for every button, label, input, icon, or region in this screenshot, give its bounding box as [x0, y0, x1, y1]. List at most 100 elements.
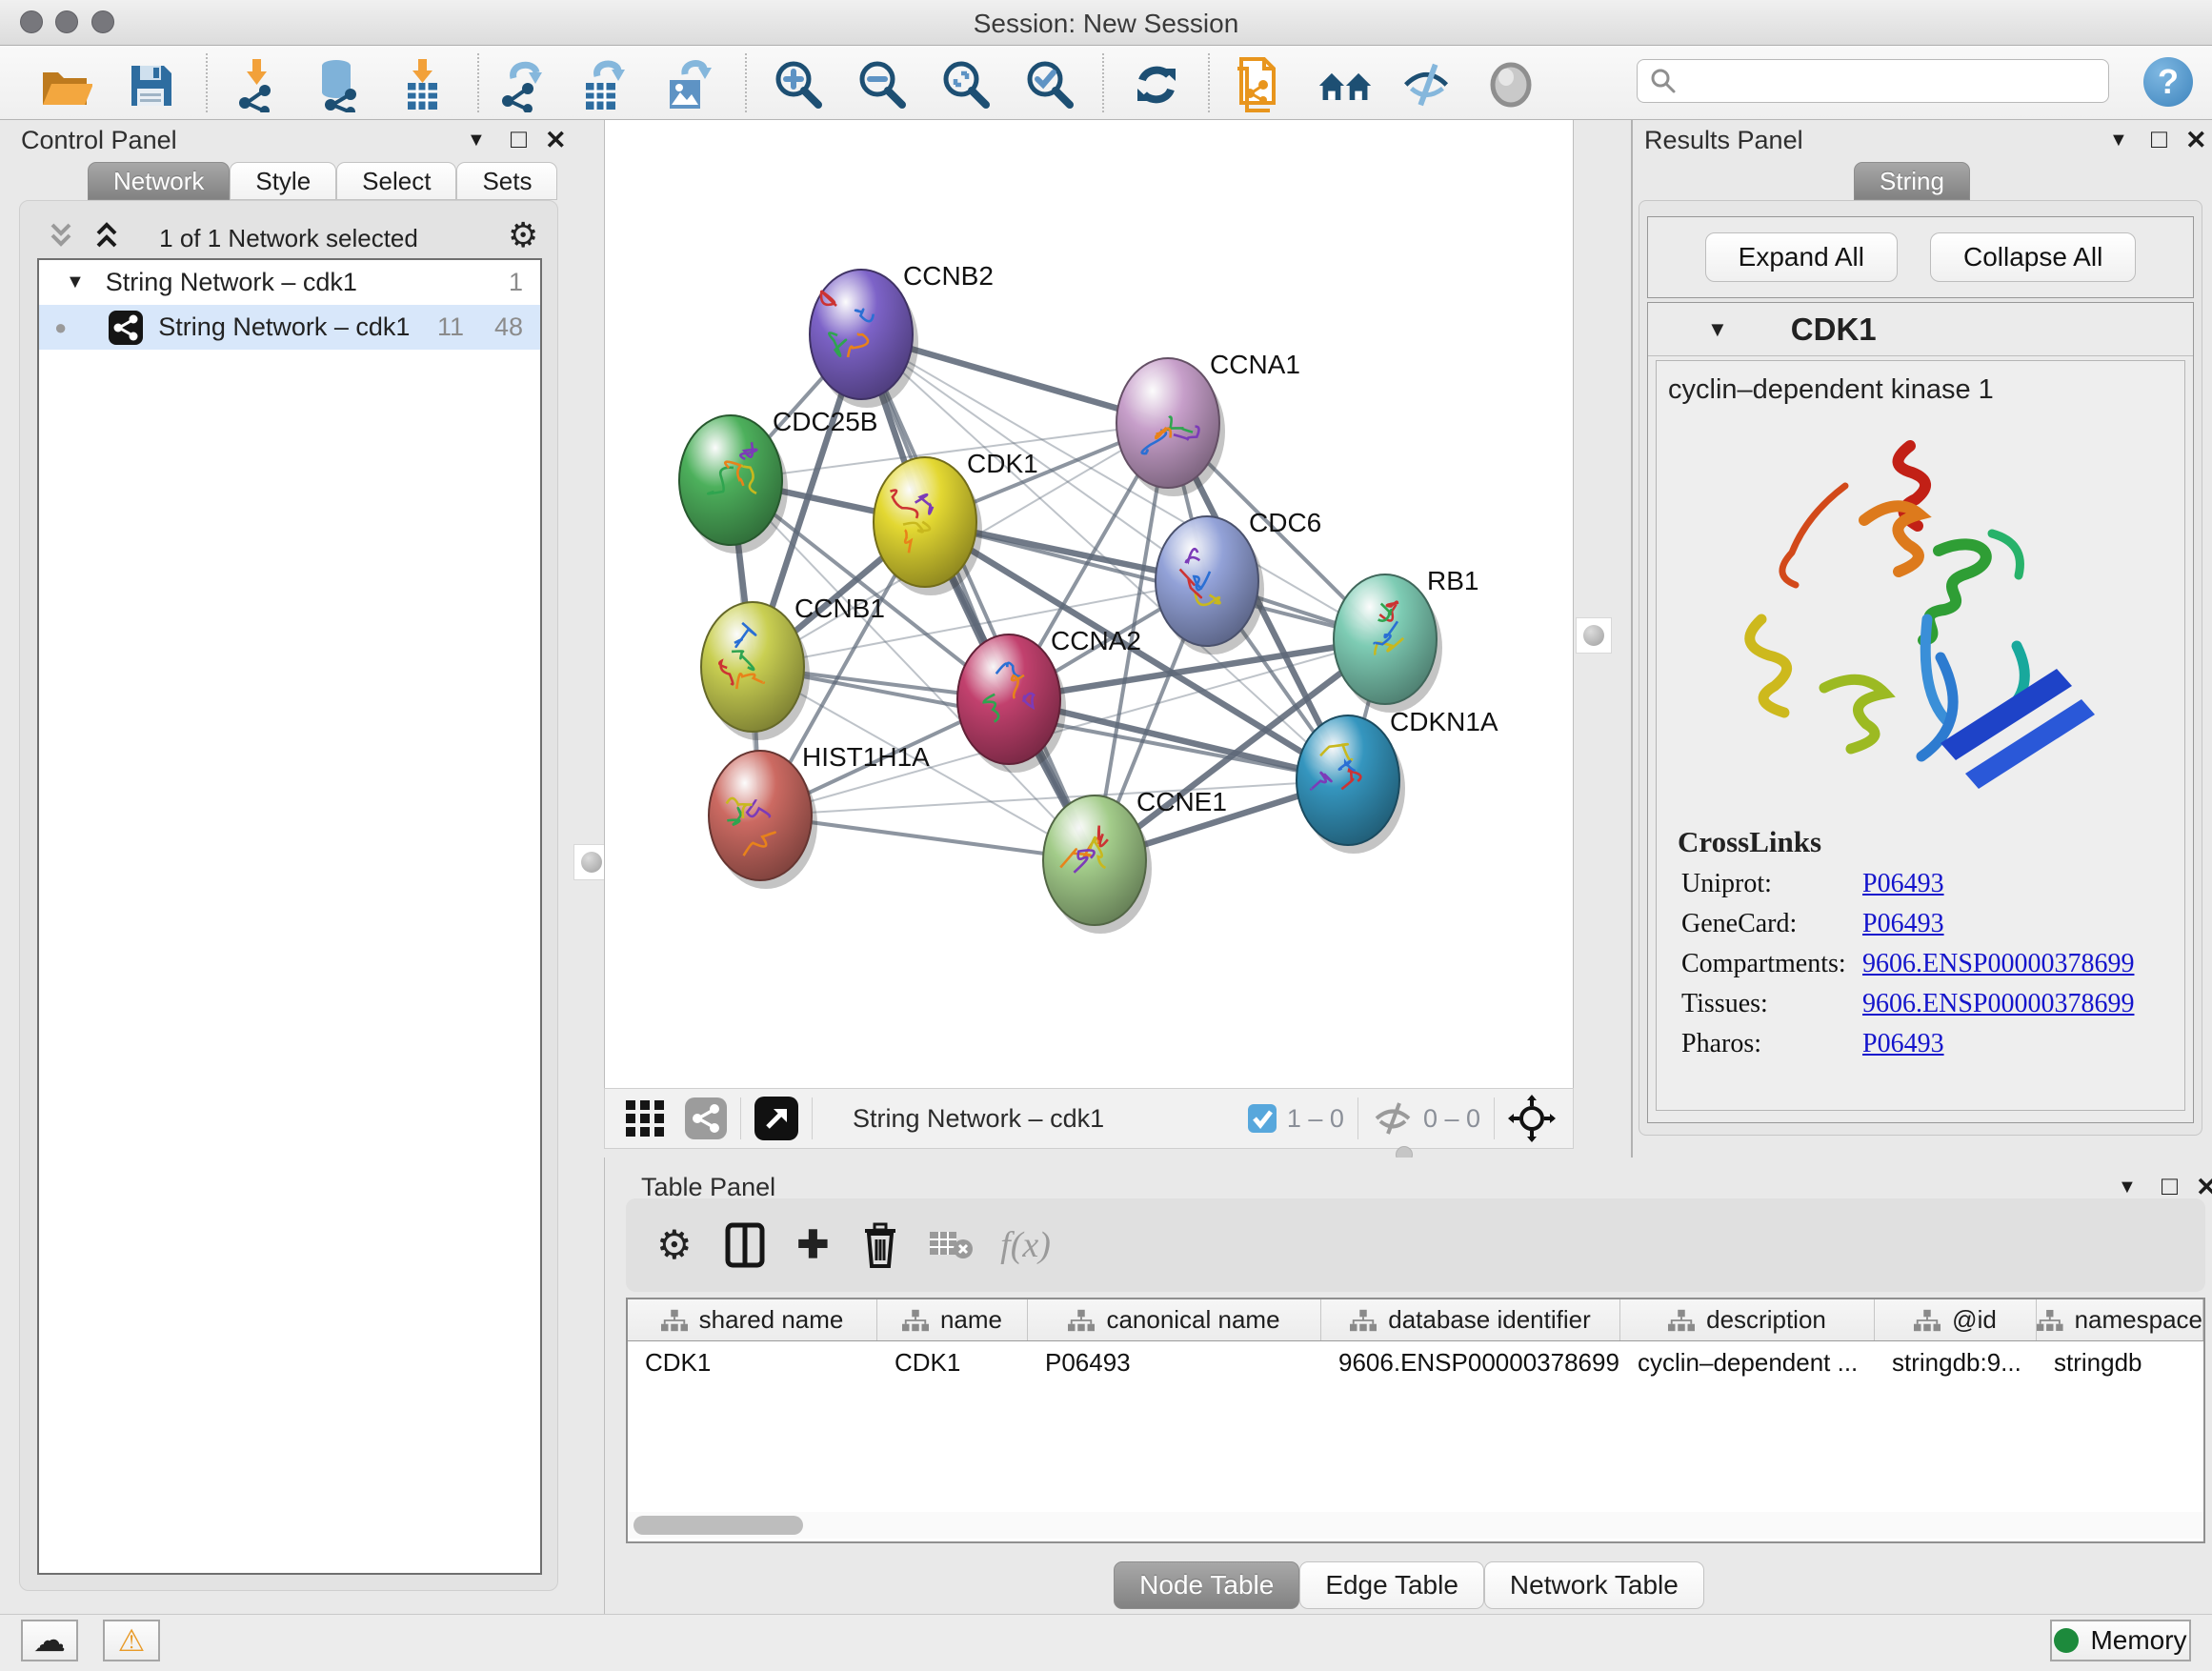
table-horizontal-scrollbar[interactable]	[628, 1512, 2203, 1539]
crosslink-link[interactable]: 9606.ENSP00000378699	[1862, 989, 2134, 1019]
import-network-button[interactable]	[231, 56, 288, 113]
table-panel-float-icon[interactable]: □	[2162, 1171, 2178, 1201]
tab-node-table[interactable]: Node Table	[1114, 1561, 1299, 1609]
gene-card-expander-icon[interactable]: ▼	[1707, 317, 1728, 342]
show-glass-ball-effect-button[interactable]	[1482, 56, 1539, 113]
cell-databaseidentifier[interactable]: 9606.ENSP00000378699	[1321, 1341, 1620, 1383]
crosslink-link[interactable]: P06493	[1862, 909, 1944, 939]
network-node-rb1[interactable]	[1334, 574, 1437, 704]
export-table-button[interactable]	[575, 56, 633, 113]
cloud-status-button[interactable]: ☁	[21, 1620, 78, 1661]
table-options-gear-icon[interactable]: ⚙	[656, 1225, 693, 1265]
crosslink-link[interactable]: P06493	[1862, 869, 1944, 899]
cell-namespace[interactable]: stringdb	[2037, 1341, 2203, 1383]
gene-card-header[interactable]: ▼ CDK1	[1648, 303, 2193, 356]
table-row[interactable]: CDK1CDK1P064939606.ENSP00000378699cyclin…	[628, 1341, 2203, 1383]
cell-description[interactable]: cyclin–dependent ...	[1620, 1341, 1875, 1383]
memory-button[interactable]: Memory	[2050, 1620, 2191, 1661]
tab-edge-table[interactable]: Edge Table	[1299, 1561, 1484, 1609]
show-columns-icon[interactable]	[725, 1222, 765, 1268]
network-node-ccne1[interactable]	[1043, 795, 1146, 925]
zoom-out-button[interactable]	[854, 56, 911, 113]
hide-glass-ball-effect-button[interactable]	[1398, 56, 1456, 113]
cell-id[interactable]: stringdb:9...	[1875, 1341, 2037, 1383]
column-type-icon	[1914, 1308, 1941, 1333]
network-node-cdc6[interactable]	[1156, 516, 1258, 646]
results-panel-dock-icon[interactable]: ▼	[2109, 130, 2128, 151]
tree-expander-icon[interactable]: ▼	[66, 272, 85, 293]
selected-checkbox-icon[interactable]	[1247, 1103, 1277, 1134]
fit-content-crosshair-icon[interactable]	[1508, 1095, 1556, 1142]
results-panel-close-icon[interactable]: ✕	[2185, 126, 2207, 155]
column-header-id[interactable]: @id	[1875, 1299, 2037, 1340]
delete-table-icon[interactable]	[928, 1228, 975, 1262]
zoom-fit-button[interactable]	[937, 56, 995, 113]
network-node-ccna2[interactable]	[957, 634, 1060, 764]
function-builder-button[interactable]: f(x)	[1000, 1224, 1051, 1266]
crosslink-row: Tissues:9606.ENSP00000378699	[1681, 989, 2184, 1019]
cell-sharedname[interactable]: CDK1	[628, 1341, 877, 1383]
node-label: CCNB1	[794, 594, 885, 623]
network-row[interactable]: ● String Network – cdk1 11 48	[39, 305, 540, 350]
export-image-button[interactable]	[659, 56, 716, 113]
open-in-new-window-icon[interactable]	[754, 1097, 798, 1140]
network-options-gear-icon[interactable]: ⚙	[508, 218, 538, 252]
toolbar-separator	[745, 53, 747, 112]
string-protein-query-button[interactable]	[1231, 56, 1288, 113]
search-input[interactable]	[1637, 59, 2109, 103]
tab-sets[interactable]: Sets	[456, 162, 557, 200]
lens-icon	[1483, 58, 1538, 111]
control-panel-float-icon[interactable]: □	[511, 124, 527, 154]
column-type-icon	[1350, 1308, 1377, 1333]
network-node-cdc25b[interactable]	[679, 415, 782, 545]
import-table-button[interactable]	[394, 56, 452, 113]
collapse-all-button[interactable]: Collapse All	[1930, 232, 2136, 282]
control-panel-dock-icon[interactable]: ▼	[467, 130, 486, 151]
refresh-button[interactable]	[1128, 56, 1185, 113]
cell-name[interactable]: CDK1	[877, 1341, 1028, 1383]
network-node-cdkn1a[interactable]	[1297, 715, 1399, 845]
network-node-hist1h1a[interactable]	[709, 751, 812, 880]
tab-style[interactable]: Style	[230, 162, 336, 200]
column-header-description[interactable]: description	[1620, 1299, 1875, 1340]
node-label: CDK1	[967, 449, 1038, 478]
right-splitter-handle[interactable]	[1576, 617, 1612, 654]
hidden-eye-slash-icon[interactable]	[1372, 1100, 1414, 1137]
network-collection-row[interactable]: ▼ String Network – cdk1 1	[39, 260, 540, 305]
column-header-sharedname[interactable]: shared name	[628, 1299, 877, 1340]
save-session-button[interactable]	[122, 56, 179, 113]
help-button[interactable]: ?	[2143, 57, 2193, 107]
zoom-in-button[interactable]	[770, 56, 827, 113]
crosslink-link[interactable]: 9606.ENSP00000378699	[1862, 949, 2134, 979]
warnings-button[interactable]: ⚠	[103, 1620, 160, 1661]
cell-canonicalname[interactable]: P06493	[1028, 1341, 1321, 1383]
tab-network-table[interactable]: Network Table	[1484, 1561, 1704, 1609]
delete-column-trash-icon[interactable]	[861, 1222, 899, 1268]
table-panel-dock-icon[interactable]: ▼	[2118, 1177, 2137, 1198]
column-header-databaseidentifier[interactable]: database identifier	[1321, 1299, 1620, 1340]
expand-all-button[interactable]: Expand All	[1705, 232, 1898, 282]
crosslink-link[interactable]: P06493	[1862, 1029, 1944, 1059]
column-header-canonicalname[interactable]: canonical name	[1028, 1299, 1321, 1340]
network-node-ccna1[interactable]	[1116, 358, 1219, 488]
results-panel-float-icon[interactable]: □	[2151, 124, 2167, 154]
import-network-from-database-button[interactable]	[311, 56, 368, 113]
show-grid-icon[interactable]	[624, 1097, 668, 1140]
export-network-button[interactable]	[495, 56, 553, 113]
scrollbar-thumb[interactable]	[633, 1516, 803, 1535]
network-canvas[interactable]: CCNB2CCNA1CDC25BCDK1CDC6RB1CCNB1CCNA2HIS…	[604, 120, 1574, 1088]
column-header-namespace[interactable]: namespace	[2037, 1299, 2203, 1340]
control-panel: Control Panel ▼ □ ✕ NetworkStyleSelectSe…	[11, 120, 570, 1606]
tab-string[interactable]: String	[1854, 162, 1970, 200]
network-edge[interactable]	[861, 334, 1095, 860]
open-session-button[interactable]	[36, 56, 93, 113]
zoom-selected-button[interactable]	[1021, 56, 1078, 113]
tab-network[interactable]: Network	[88, 162, 230, 200]
add-column-icon[interactable]: ✚	[797, 1226, 830, 1264]
current-network-dot-icon: ●	[54, 317, 67, 338]
network-share-badge-icon[interactable]	[685, 1097, 727, 1139]
homology-search-button[interactable]	[1317, 56, 1374, 113]
control-panel-close-icon[interactable]: ✕	[545, 126, 567, 155]
column-header-name[interactable]: name	[877, 1299, 1028, 1340]
tab-select[interactable]: Select	[336, 162, 456, 200]
